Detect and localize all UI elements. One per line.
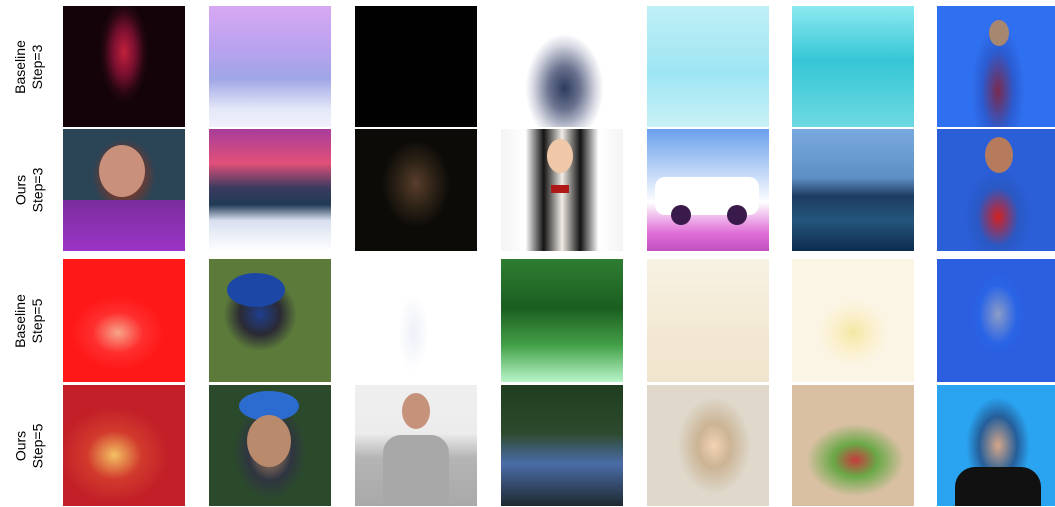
image-tile bbox=[792, 385, 914, 506]
row-label-line2: Step=3 bbox=[28, 44, 45, 89]
row-label-ours-step5: Ours Step=5 bbox=[0, 385, 58, 506]
image-tile bbox=[209, 385, 331, 506]
image-tile bbox=[937, 129, 1055, 251]
row-label-line1: Baseline bbox=[11, 293, 28, 348]
image-tile bbox=[647, 6, 769, 127]
image-tile bbox=[792, 6, 914, 127]
image-tile bbox=[792, 259, 914, 382]
image-tile bbox=[63, 6, 185, 127]
image-tile bbox=[209, 129, 331, 251]
image-tile bbox=[501, 6, 623, 127]
row-label-baseline-step3: Baseline Step=3 bbox=[0, 6, 58, 127]
row-label-line2: Step=3 bbox=[28, 167, 45, 213]
image-tile bbox=[355, 129, 477, 251]
image-tile bbox=[63, 259, 185, 382]
image-tile bbox=[501, 259, 623, 382]
row-label-line1: Baseline bbox=[11, 39, 28, 94]
image-tile bbox=[63, 385, 185, 506]
image-tile bbox=[355, 385, 477, 506]
row-label-line2: Step=5 bbox=[28, 298, 45, 343]
image-tile bbox=[792, 129, 914, 251]
image-tile bbox=[647, 385, 769, 506]
image-tile bbox=[355, 6, 477, 127]
image-tile bbox=[501, 129, 623, 251]
image-tile bbox=[209, 259, 331, 382]
row-label-baseline-step5: Baseline Step=5 bbox=[0, 259, 58, 382]
image-tile bbox=[209, 6, 331, 127]
image-tile bbox=[501, 385, 623, 506]
image-tile bbox=[937, 259, 1055, 382]
image-tile bbox=[937, 385, 1055, 506]
row-label-ours-step3: Ours Step=3 bbox=[0, 129, 58, 251]
row-label-line1: Ours bbox=[11, 430, 28, 461]
row-label-line2: Step=5 bbox=[28, 423, 45, 468]
image-tile bbox=[63, 129, 185, 251]
image-tile bbox=[647, 129, 769, 251]
image-tile bbox=[647, 259, 769, 382]
image-tile bbox=[355, 259, 477, 382]
row-label-line1: Ours bbox=[11, 174, 28, 206]
image-tile bbox=[937, 6, 1055, 127]
